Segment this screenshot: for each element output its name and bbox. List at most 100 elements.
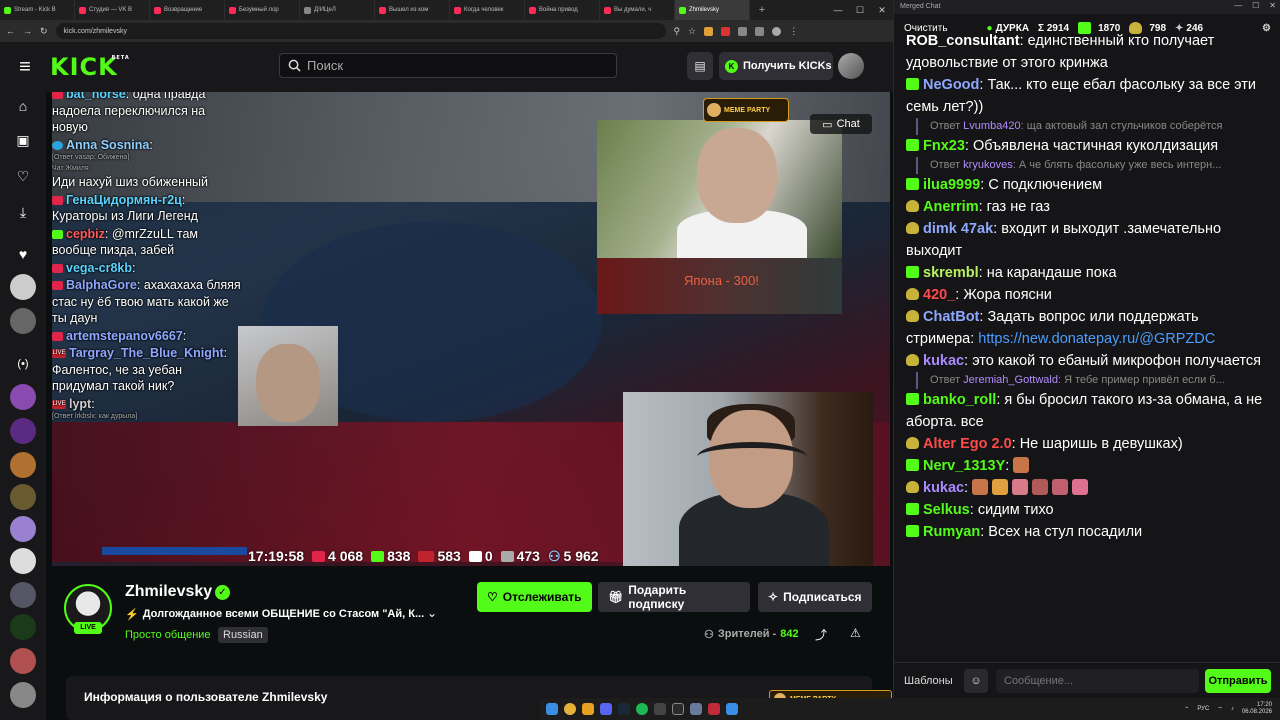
recommended-channel-avatar[interactable] [10,452,36,478]
home-icon[interactable]: ⌂ [11,98,35,120]
browser-tab[interactable]: Д!ИЦеЛ [300,0,375,20]
reply-username[interactable]: kryukoves [963,159,1013,171]
browser-tab[interactable]: Когда человек [450,0,525,20]
close-icon[interactable]: ✕ [1269,1,1276,10]
chat-username[interactable]: banko_roll [923,392,996,408]
menu-dots-icon[interactable]: ⋮ [789,26,798,37]
url-field[interactable]: kick.com/zhmilevsky [55,23,666,39]
zoom-icon[interactable]: ⚲ [674,26,681,37]
reply-username[interactable]: Lvumba420 [963,120,1021,132]
maximize-icon[interactable]: ☐ [1252,1,1259,10]
language-indicator[interactable]: РУС [1197,706,1209,712]
recommended-channel-avatar[interactable] [10,548,36,574]
chat-username[interactable]: 420_ [923,287,955,303]
browser-tab[interactable]: Безумный лор [225,0,300,20]
back-icon[interactable]: ← [6,26,15,36]
user-avatar[interactable] [838,53,864,79]
live-channels-icon[interactable]: (•) [11,358,35,380]
chat-username[interactable]: ROB_consultant [906,33,1020,49]
recommended-channel-avatar[interactable] [10,682,36,708]
browser-tab[interactable]: Zhmilevsky [675,0,750,20]
minimize-icon[interactable]: — [1234,1,1242,10]
kick-logo[interactable]: KICK BETA [50,53,129,81]
favorites-heart-icon[interactable]: ♥ [11,246,35,268]
chat-username[interactable]: Alter Ego 2.0 [923,436,1012,452]
chat-username[interactable]: Fnx23 [923,138,965,154]
chat-username[interactable]: ilua9999 [923,177,980,193]
start-icon[interactable] [546,703,558,715]
minimize-icon[interactable]: — [827,5,849,15]
get-kicks-button[interactable]: K Получить KICKs [719,52,833,80]
search-input[interactable]: Поиск [279,53,617,78]
recommended-channel-avatar[interactable] [10,582,36,608]
following-heart-icon[interactable]: ♡ [11,168,35,190]
extension-icon[interactable] [755,26,765,36]
channel-name[interactable]: Zhmilevsky [125,583,212,601]
browser-tab[interactable]: Stream - Kick B [0,0,75,20]
clock-tray[interactable]: 17:20 06.08.2026 [1242,702,1272,716]
new-tab-icon[interactable]: + [754,4,770,16]
report-icon[interactable]: ⚠ [850,626,861,640]
browser-tab[interactable]: Война привод [525,0,600,20]
app-icon[interactable] [726,703,738,715]
library-button[interactable]: ▤ [687,52,713,80]
chat-username[interactable]: Selkus [923,502,970,518]
follow-button[interactable]: ♡ Отслеживать [477,582,592,612]
volume-icon[interactable]: ♪ [1231,706,1234,712]
chat-username[interactable]: Anerrim [923,199,979,215]
steam-icon[interactable] [618,703,630,715]
download-icon[interactable]: ⤓ [11,204,35,226]
followed-channel-avatar[interactable] [10,308,36,334]
chevron-down-icon[interactable]: ⌄ [427,606,437,620]
recommended-channel-avatar[interactable] [10,614,36,640]
browse-icon[interactable]: ▣ [11,132,35,154]
close-icon[interactable]: ✕ [871,5,893,16]
chat-username[interactable]: NeGood [923,77,979,93]
extension-icon[interactable] [704,26,714,36]
recommended-channel-avatar[interactable] [10,418,36,444]
hamburger-menu-icon[interactable]: ≡ [0,56,50,79]
tray-up-icon[interactable]: ⌃ [1184,706,1189,713]
browser-tab[interactable]: Студия — VK В [75,0,150,20]
recommended-channel-avatar[interactable] [10,648,36,674]
recommended-channel-avatar[interactable] [10,484,36,510]
chrome-icon[interactable] [564,703,576,715]
forward-icon[interactable]: → [23,26,32,36]
bookmark-star-icon[interactable]: ☆ [688,26,696,37]
discord-icon[interactable] [600,703,612,715]
app-icon[interactable] [654,703,666,715]
share-icon[interactable]: ⤴ [815,626,827,643]
browser-tab[interactable]: Вышел из ком [375,0,450,20]
browser-tab[interactable]: Возвращение [150,0,225,20]
app-icon[interactable] [672,703,684,715]
followed-channel-avatar[interactable] [10,274,36,300]
send-button[interactable]: Отправить [1205,668,1271,693]
category-link[interactable]: Просто общение [125,629,211,641]
recommended-channel-avatar[interactable] [10,516,36,542]
chat-username[interactable]: Nerv_1313Y [923,458,1005,474]
app-icon[interactable] [708,703,720,715]
video-player[interactable]: Япона - 300! MEME PARTY ▭ Chat bat_horse:… [52,92,890,566]
reload-icon[interactable]: ↻ [40,26,48,37]
chat-username[interactable]: Rumyan [923,524,980,540]
network-icon[interactable]: ⌔ [1217,705,1223,713]
gift-sub-button[interactable]: 🎁︎ Подарить подписку [598,582,750,612]
message-input[interactable] [996,668,1199,693]
chat-username[interactable]: kukac [923,480,964,496]
chat-username[interactable]: kukac [923,353,964,369]
maximize-icon[interactable]: ☐ [849,5,871,16]
emoji-icon[interactable]: ☺ [964,668,988,693]
subscribe-button[interactable]: ✧ Подписаться [758,582,872,612]
chat-link[interactable]: https://new.donatepay.ru/@GRPZDC [978,331,1215,347]
extension-icon[interactable] [721,26,731,36]
chat-toggle-button[interactable]: ▭ Chat [810,114,872,134]
chat-username[interactable]: dimk 47ak [923,221,993,237]
language-tag[interactable]: Russian [218,627,268,643]
recommended-channel-avatar[interactable] [10,384,36,410]
explorer-icon[interactable] [582,703,594,715]
extension-icon[interactable] [738,26,748,36]
chat-username[interactable]: skrembl [923,265,979,281]
templates-button[interactable]: Шаблоны [904,675,956,687]
app-icon[interactable] [690,703,702,715]
spotify-icon[interactable] [636,703,648,715]
